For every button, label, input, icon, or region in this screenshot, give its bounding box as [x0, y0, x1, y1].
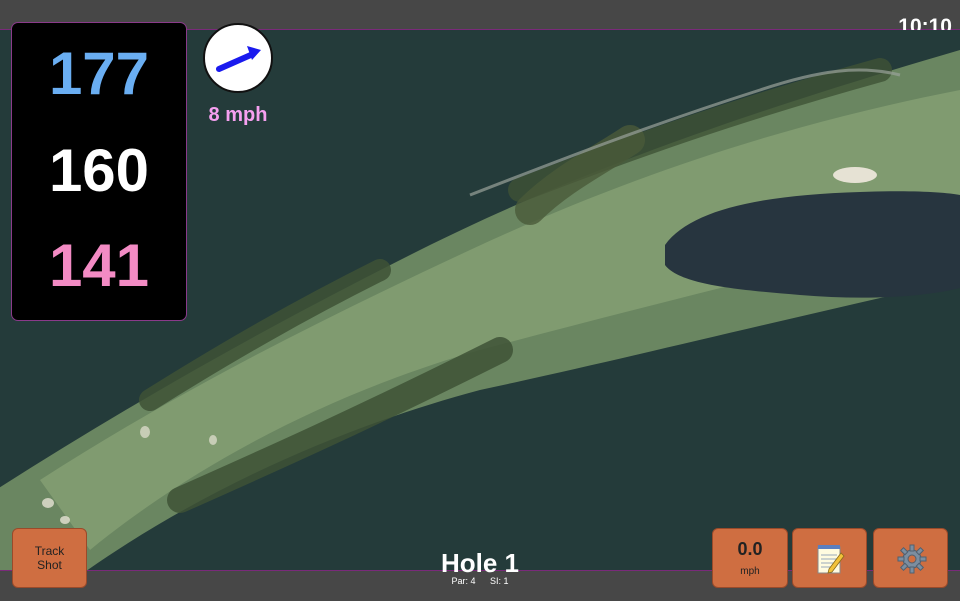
- gear-icon: [897, 544, 927, 574]
- notepad-icon: [817, 545, 845, 574]
- distance-panel[interactable]: 177 160 141: [11, 22, 187, 321]
- speed-button[interactable]: 0.0 mph: [712, 528, 788, 588]
- track-shot-button[interactable]: Track Shot: [12, 528, 87, 588]
- wind-indicator[interactable]: [203, 23, 273, 93]
- wind-speed-label: 8 mph: [208, 104, 268, 126]
- front-distance: 141: [48, 232, 150, 299]
- middle-distance: 160: [48, 137, 150, 204]
- speed-unit: mph: [740, 566, 760, 577]
- speed-value: 0.0: [737, 539, 763, 559]
- hole-par: Par: 4: [451, 576, 476, 586]
- hole-info: Par: 4 SI: 1: [380, 576, 580, 586]
- settings-button[interactable]: [873, 528, 948, 588]
- hole-stroke-index: SI: 1: [490, 576, 509, 586]
- track-shot-label-line1: Track: [34, 544, 65, 558]
- arrow-icon: [216, 46, 261, 72]
- notes-button[interactable]: [792, 528, 867, 588]
- hole-title: Hole 1: [440, 548, 520, 578]
- back-distance: 177: [48, 40, 150, 107]
- track-shot-label-line2: Shot: [37, 558, 62, 572]
